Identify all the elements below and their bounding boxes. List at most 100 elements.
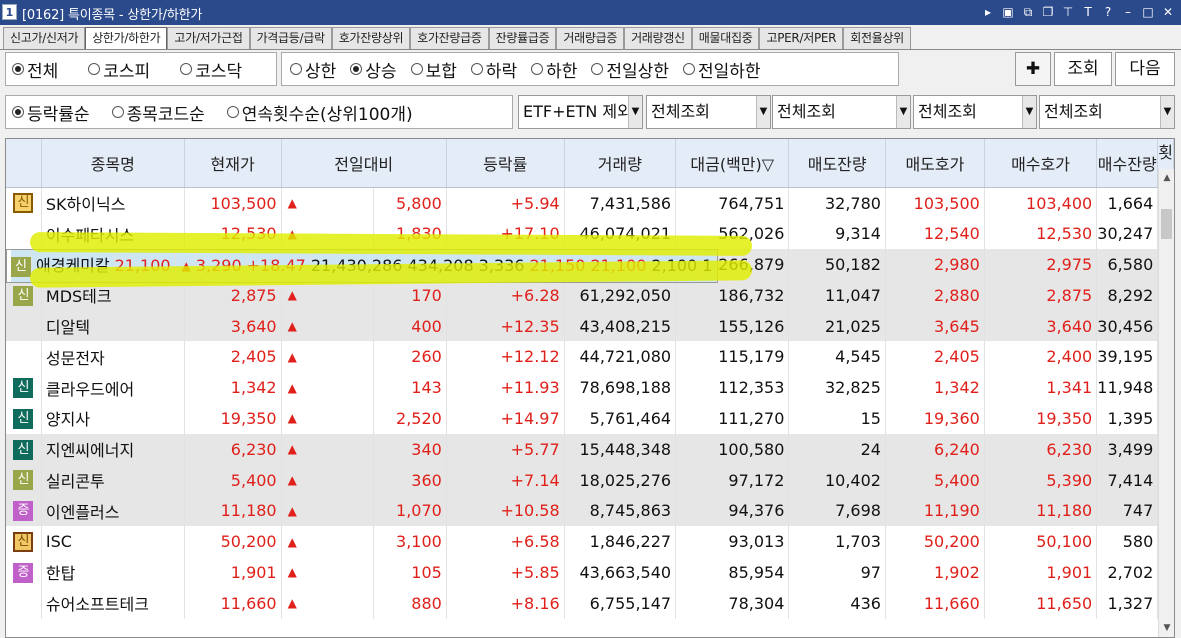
cell-name: 실리콘투 (41, 464, 185, 496)
pin-icon[interactable]: ⊤ (1059, 3, 1077, 21)
cell-name: 클라우드에어 (41, 372, 185, 404)
text-size-icon[interactable]: T (1079, 3, 1097, 21)
limit-filter-radio-2[interactable]: 보합 (410, 57, 457, 82)
table-row[interactable]: 이수페타시스 12,530 ▲ 1,830 +17.10 46,074,021 562,02… (6, 218, 1174, 250)
close-icon[interactable]: ✕ (1159, 3, 1177, 21)
cell-name: ISC (41, 526, 185, 558)
cell-ask-qty: 1,703 (788, 526, 886, 558)
table-row[interactable]: 슈어소프트테크 11,660 ▲ 880 +8.16 6,755,147 78,304 436… (6, 587, 1174, 619)
cell-bid: 2,875 (984, 279, 1098, 311)
filter-dropdown-0[interactable]: ETF+ETN 제외 ▼ (518, 95, 643, 129)
limit-filter-radio-5[interactable]: 전일상한 (591, 57, 669, 82)
cell-price: 1,901 (184, 557, 282, 588)
limit-filter-radio-4[interactable]: 하한 (531, 57, 577, 82)
up-arrow-icon: ▲ (175, 250, 196, 283)
market-filter-radio-1[interactable]: 코스피 (88, 57, 150, 82)
limit-filter-radio-0[interactable]: 상한 (290, 57, 336, 82)
cell-change: 143 (373, 372, 447, 404)
column-header[interactable]: 현재가 (184, 139, 282, 188)
cell-bid: 12,530 (984, 218, 1098, 250)
help-icon[interactable]: ? (1099, 3, 1117, 21)
cell-ask-qty: 32,780 (788, 187, 886, 219)
market-filter-radio-2[interactable]: 코스닥 (180, 57, 242, 82)
cell-ask: 50,200 (885, 526, 985, 558)
table-row[interactable]: 신 ISC 50,200 ▲ 3,100 +6.58 1,846,227 93,013 1,70… (6, 526, 1174, 558)
radio-icon (591, 63, 604, 75)
limit-filter-radio-6[interactable]: 전일하한 (682, 57, 761, 82)
cell-rate: +12.35 (446, 310, 565, 342)
table-row[interactable]: 신 지엔씨에너지 6,230 ▲ 340 +5.77 15,448,348 100,580 24… (6, 433, 1174, 465)
add-icon[interactable]: ✚ (1015, 52, 1051, 86)
table-row[interactable]: 신 실리콘투 5,400 ▲ 360 +7.14 18,025,276 97,172 10,40… (6, 464, 1174, 496)
cell-bid-qty: 1,327 (1096, 587, 1159, 619)
maximize-icon[interactable]: □ (1139, 3, 1157, 21)
column-header[interactable]: 매도잔량 (788, 139, 886, 188)
tab-5[interactable]: 호가잔량급증 (410, 27, 489, 49)
tab-10[interactable]: 고PER/저PER (759, 27, 844, 49)
cell-rate: +17.10 (446, 218, 565, 250)
next-button[interactable]: 다음 (1115, 52, 1175, 86)
tab-11[interactable]: 회전율상위 (843, 27, 911, 49)
cell-change: 400 (373, 310, 447, 342)
filter-dropdown-4[interactable]: 전체조회 ▼ (1039, 95, 1175, 129)
table-row[interactable]: 신 애경케미칼 21,100 ▲ 3,290 +18.47 21,430,286 434,20… (6, 249, 719, 284)
cell-name: 이수페타시스 (41, 218, 185, 250)
cell-volume: 6,755,147 (564, 587, 677, 619)
column-header[interactable]: 매도호가 (885, 139, 985, 188)
column-header[interactable]: 등락률 (446, 139, 565, 188)
up-arrow-icon: ▲ (281, 279, 374, 311)
filter-dropdown-3[interactable]: 전체조회 ▼ (913, 95, 1037, 129)
limit-filter-radio-3[interactable]: 하락 (470, 57, 517, 82)
scroll-up-icon[interactable]: ▲ (1160, 171, 1174, 185)
table-row[interactable]: 증 이엔플러스 11,180 ▲ 1,070 +10.58 8,745,863 94,376 7… (6, 495, 1174, 527)
table-row[interactable]: 증 한탑 1,901 ▲ 105 +5.85 43,663,540 85,954 97 1,902… (6, 557, 1174, 588)
tab-4[interactable]: 호가잔량상위 (331, 27, 411, 49)
tab-0[interactable]: 신고가/신저가 (3, 27, 86, 49)
column-header[interactable]: 전일대비 (281, 139, 447, 188)
dropdown-value: ETF+ETN 제외 (523, 102, 632, 121)
filter-dropdown-2[interactable]: 전체조회 ▼ (772, 95, 911, 129)
tab-3[interactable]: 가격급등/급락 (249, 27, 332, 49)
table-row[interactable]: 신 MDS테크 2,875 ▲ 170 +6.28 61,292,050 186,732 11,… (6, 279, 1174, 311)
query-button[interactable]: 조회 (1054, 52, 1112, 86)
sort-filter-radio-0[interactable]: 등락률순 (12, 100, 90, 125)
cell-amount: 434,208 (406, 250, 479, 283)
column-header[interactable]: 대금(백만)▽ (675, 139, 790, 188)
column-header[interactable]: 매수호가 (984, 139, 1098, 188)
column-header[interactable]: 매수잔량 (1096, 139, 1159, 188)
column-header[interactable]: 거래량 (564, 139, 677, 188)
scroll-thumb[interactable] (1161, 209, 1172, 239)
radio-icon (531, 63, 544, 75)
scroll-down-icon[interactable]: ▼ (1160, 621, 1174, 635)
tab-6[interactable]: 잔량률급증 (488, 27, 557, 49)
tab-8[interactable]: 거래량갱신 (624, 27, 692, 49)
cell-volume: 61,292,050 (564, 279, 677, 311)
sort-filter-radio-2[interactable]: 연속횟수순(상위100개) (226, 100, 413, 125)
limit-filter-radio-1[interactable]: 상승 (350, 57, 397, 82)
vertical-scrollbar[interactable]: ▲ ▼ (1158, 169, 1174, 637)
chevron-down-icon: ▼ (628, 96, 642, 128)
table-row[interactable]: 디알텍 3,640 ▲ 400 +12.35 43,408,215 155,126 21,02… (6, 310, 1174, 342)
copy-icon[interactable]: ❐ (1039, 3, 1057, 21)
cell-bid: 1,341 (984, 372, 1098, 404)
tab-2[interactable]: 고가/저가근접 (167, 27, 250, 49)
table-row[interactable]: 신 클라우드에어 1,342 ▲ 143 +11.93 78,698,188 112,353 3… (6, 372, 1174, 404)
minimize-icon[interactable]: – (1119, 3, 1137, 21)
market-filter-radio-0[interactable]: 전체 (12, 57, 58, 82)
cell-ask-qty: 7,698 (788, 495, 886, 527)
tab-9[interactable]: 매물대집중 (691, 27, 760, 49)
link-icon[interactable]: ⧉ (1019, 3, 1037, 21)
column-header[interactable]: 종목명 (41, 139, 185, 188)
filter-dropdown-1[interactable]: 전체조회 ▼ (646, 95, 771, 129)
sort-filter-radio-1[interactable]: 종목코드순 (111, 100, 205, 125)
memo-icon[interactable]: ▣ (999, 3, 1017, 21)
table-row[interactable]: 신 양지사 19,350 ▲ 2,520 +14.97 5,761,464 111,270 15… (6, 403, 1174, 434)
radio-icon (12, 106, 24, 118)
table-row[interactable]: 성문전자 2,405 ▲ 260 +12.12 44,721,080 115,179 4,54… (6, 341, 1174, 373)
table-row[interactable]: 신 SK하이닉스 103,500 ▲ 5,800 +5.94 7,431,586 764,75… (6, 187, 1174, 219)
tab-1[interactable]: 상한가/하한가 (85, 27, 168, 50)
up-arrow-icon: ▲ (281, 557, 374, 588)
arrow-right-icon[interactable]: ▸ (979, 3, 997, 21)
cell-bid-qty: 8,292 (1096, 279, 1159, 311)
tab-7[interactable]: 거래량급증 (556, 27, 625, 49)
